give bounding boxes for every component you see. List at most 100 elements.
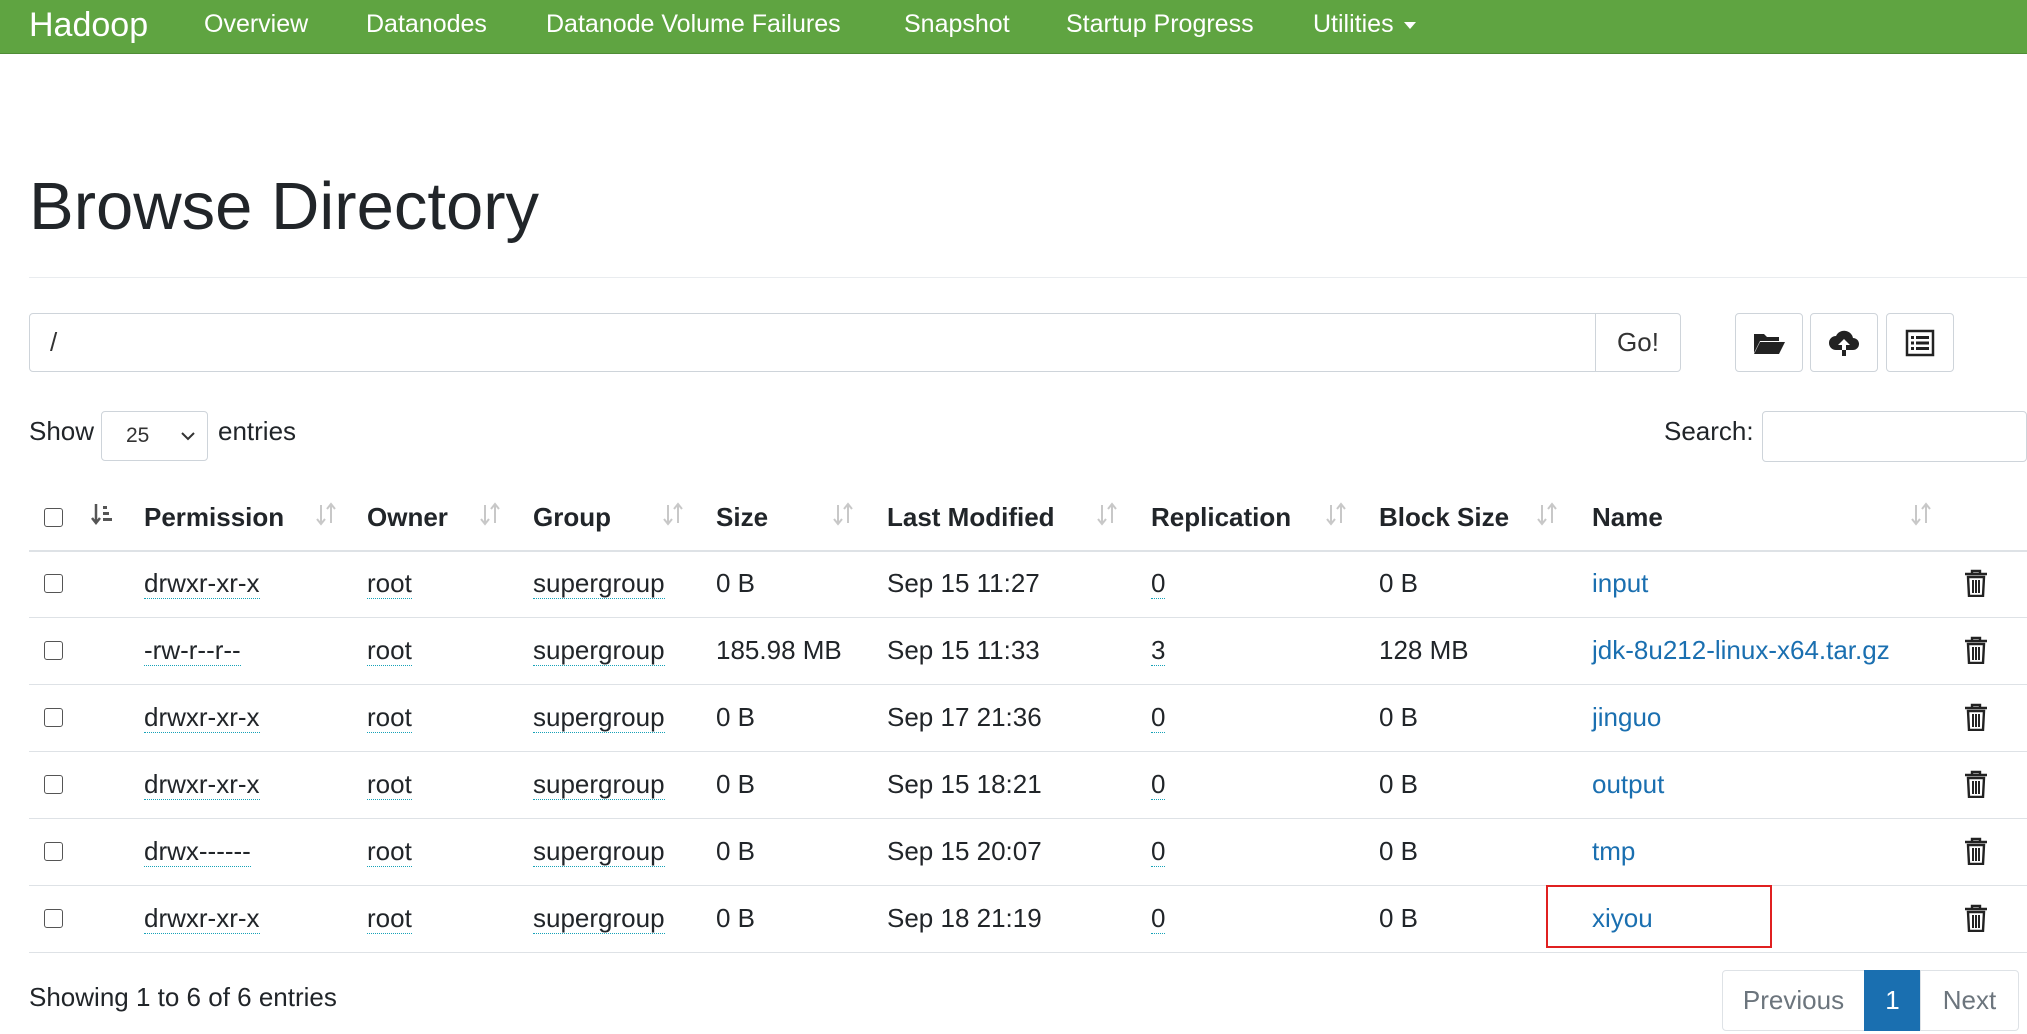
file-name-link[interactable]: jinguo	[1592, 684, 1661, 751]
trash-icon[interactable]	[1964, 636, 1988, 664]
group-cell[interactable]: supergroup	[533, 617, 665, 684]
table-row: drwxr-xr-x root supergroup 0 B Sep 17 21…	[29, 684, 2027, 752]
nav-utilities-dropdown[interactable]: Utilities	[1313, 10, 1416, 39]
column-owner[interactable]: Owner	[367, 485, 448, 550]
file-name-link[interactable]: input	[1592, 550, 1648, 617]
page-1-button[interactable]: 1	[1864, 970, 1921, 1031]
owner-cell[interactable]: root	[367, 550, 412, 617]
permission-cell[interactable]: drwxr-xr-x	[144, 684, 260, 751]
replication-cell[interactable]: 0	[1151, 885, 1166, 952]
group-cell[interactable]: supergroup	[533, 550, 665, 617]
nav-snapshot[interactable]: Snapshot	[904, 10, 1010, 39]
owner-cell[interactable]: root	[367, 751, 412, 818]
entries-label: entries	[218, 416, 297, 446]
row-checkbox[interactable]	[44, 842, 63, 861]
owner-cell[interactable]: root	[367, 818, 412, 885]
size-cell: 0 B	[716, 836, 756, 866]
block-size-cell: 0 B	[1379, 702, 1419, 732]
select-all-checkbox[interactable]	[44, 508, 63, 527]
row-checkbox[interactable]	[44, 909, 63, 928]
size-cell: 0 B	[716, 702, 756, 732]
column-block-size[interactable]: Block Size	[1379, 485, 1509, 550]
sort-icon[interactable]	[479, 501, 501, 527]
permission-cell[interactable]: drwxr-xr-x	[144, 550, 260, 617]
brand-link[interactable]: Hadoop	[29, 6, 148, 45]
cut-paste-button[interactable]	[1886, 313, 1954, 372]
chevron-down-icon	[181, 432, 195, 441]
sort-active-icon[interactable]	[90, 502, 114, 528]
sort-icon[interactable]	[832, 501, 854, 527]
column-last-modified[interactable]: Last Modified	[887, 485, 1055, 550]
replication-cell[interactable]: 0	[1151, 550, 1166, 617]
column-name[interactable]: Name	[1592, 485, 1663, 550]
permission-cell[interactable]: drwxr-xr-x	[144, 885, 260, 952]
table-row: drwx------ root supergroup 0 B Sep 15 20…	[29, 818, 2027, 886]
permission-cell[interactable]: -rw-r--r--	[144, 617, 241, 684]
permission-cell[interactable]: drwx------	[144, 818, 251, 885]
block-size-cell: 0 B	[1379, 836, 1419, 866]
title-divider	[29, 277, 2027, 278]
search-input[interactable]	[1762, 411, 2027, 462]
column-group[interactable]: Group	[533, 485, 611, 550]
group-cell[interactable]: supergroup	[533, 818, 665, 885]
row-checkbox[interactable]	[44, 574, 63, 593]
create-directory-button[interactable]	[1735, 313, 1803, 372]
nav-datanodes[interactable]: Datanodes	[366, 10, 487, 39]
trash-icon[interactable]	[1964, 569, 1988, 597]
previous-page-button[interactable]: Previous	[1722, 970, 1865, 1031]
trash-icon[interactable]	[1964, 770, 1988, 798]
size-cell: 0 B	[716, 568, 756, 598]
next-page-button[interactable]: Next	[1920, 970, 2019, 1031]
sort-icon[interactable]	[1096, 501, 1118, 527]
modified-cell: Sep 15 11:33	[887, 635, 1040, 665]
block-size-cell: 0 B	[1379, 568, 1419, 598]
column-permission[interactable]: Permission	[144, 485, 284, 550]
owner-cell[interactable]: root	[367, 885, 412, 952]
permission-cell[interactable]: drwxr-xr-x	[144, 751, 260, 818]
owner-cell[interactable]: root	[367, 684, 412, 751]
size-cell: 0 B	[716, 769, 756, 799]
nav-datanode-volume-failures[interactable]: Datanode Volume Failures	[546, 10, 841, 39]
replication-cell[interactable]: 0	[1151, 818, 1166, 885]
nav-utilities-label: Utilities	[1313, 10, 1394, 38]
block-size-cell: 0 B	[1379, 769, 1419, 799]
trash-icon[interactable]	[1964, 703, 1988, 731]
size-cell: 185.98 MB	[716, 635, 842, 665]
table-row: -rw-r--r-- root supergroup 185.98 MB Sep…	[29, 617, 2027, 685]
sort-icon[interactable]	[1325, 501, 1347, 527]
go-button[interactable]: Go!	[1595, 313, 1681, 372]
group-cell[interactable]: supergroup	[533, 751, 665, 818]
directory-path-input[interactable]: /	[29, 313, 1596, 372]
replication-cell[interactable]: 0	[1151, 751, 1166, 818]
entries-per-page-select[interactable]: 25	[101, 411, 208, 461]
modified-cell: Sep 15 18:21	[887, 769, 1042, 799]
replication-cell[interactable]: 0	[1151, 684, 1166, 751]
page-title: Browse Directory	[29, 169, 540, 244]
column-replication[interactable]: Replication	[1151, 485, 1291, 550]
table-info: Showing 1 to 6 of 6 entries	[29, 982, 337, 1012]
file-name-link[interactable]: jdk-8u212-linux-x64.tar.gz	[1592, 617, 1890, 684]
search-label: Search:	[1664, 416, 1754, 446]
sort-icon[interactable]	[1910, 501, 1932, 527]
row-checkbox[interactable]	[44, 641, 63, 660]
nav-startup-progress[interactable]: Startup Progress	[1066, 10, 1254, 39]
highlight-annotation-box	[1546, 885, 1772, 948]
owner-cell[interactable]: root	[367, 617, 412, 684]
row-checkbox[interactable]	[44, 708, 63, 727]
row-checkbox[interactable]	[44, 775, 63, 794]
modified-cell: Sep 15 11:27	[887, 568, 1040, 598]
sort-icon[interactable]	[315, 501, 337, 527]
cloud-upload-icon	[1829, 330, 1859, 356]
trash-icon[interactable]	[1964, 837, 1988, 865]
trash-icon[interactable]	[1964, 904, 1988, 932]
upload-button[interactable]	[1810, 313, 1878, 372]
sort-icon[interactable]	[1536, 501, 1558, 527]
nav-overview[interactable]: Overview	[204, 10, 308, 39]
file-name-link[interactable]: tmp	[1592, 818, 1635, 885]
group-cell[interactable]: supergroup	[533, 885, 665, 952]
column-size[interactable]: Size	[716, 485, 768, 550]
file-name-link[interactable]: output	[1592, 751, 1664, 818]
replication-cell[interactable]: 3	[1151, 617, 1166, 684]
group-cell[interactable]: supergroup	[533, 684, 665, 751]
sort-icon[interactable]	[662, 501, 684, 527]
